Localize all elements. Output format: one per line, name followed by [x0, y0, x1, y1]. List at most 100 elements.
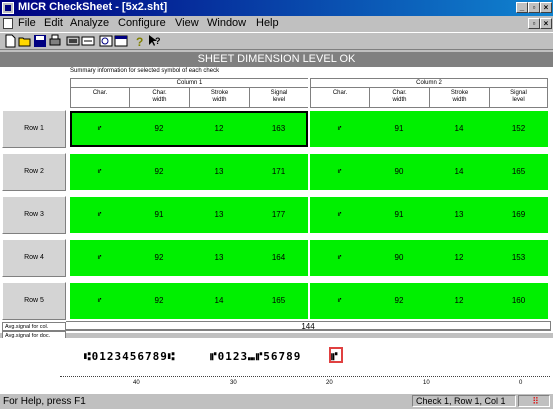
- check-cell[interactable]: ⑈ 92 12 163: [70, 111, 308, 147]
- char-width-value: 90: [394, 253, 404, 262]
- view-check-icon[interactable]: [81, 34, 95, 48]
- app-icon[interactable]: [2, 2, 14, 14]
- signal-level-value: 153: [511, 253, 526, 262]
- row-label[interactable]: Row 2: [2, 153, 66, 191]
- column-group-header: Column 2: [310, 78, 548, 87]
- char-symbol: ⑈: [97, 255, 102, 261]
- stroke-width-value: 13: [214, 210, 224, 219]
- open-folder-icon[interactable]: [18, 34, 32, 48]
- check-cell[interactable]: ⑈ 90 12 153: [310, 240, 548, 276]
- selected-symbol-highlight: [329, 347, 343, 363]
- subheader-char: Char.: [70, 87, 129, 108]
- menu-help[interactable]: Help: [256, 17, 279, 29]
- stroke-width-value: 12: [454, 296, 464, 305]
- about-icon[interactable]: ?: [132, 34, 146, 48]
- char-width-value: 92: [154, 167, 164, 176]
- ruler-label: 30: [230, 380, 237, 386]
- close-button[interactable]: ×: [540, 2, 552, 13]
- char-symbol: ⑈: [97, 169, 102, 175]
- stroke-width-value: 13: [454, 210, 464, 219]
- menu-file[interactable]: File: [18, 17, 36, 29]
- row-label[interactable]: Row 4: [2, 239, 66, 277]
- subheader-stroke-width: Stroke width: [429, 87, 489, 108]
- title-bar: MICR CheckSheet - [5x2.sht] _ ▫ ×: [0, 0, 553, 16]
- document-icon[interactable]: [3, 18, 13, 29]
- save-icon[interactable]: [33, 34, 47, 48]
- window-icon[interactable]: [114, 34, 128, 48]
- ruler-label: 20: [326, 380, 333, 386]
- stroke-width-value: 12: [454, 253, 464, 262]
- toolbar: ? ?: [0, 32, 553, 50]
- new-file-icon[interactable]: [3, 34, 17, 48]
- signal-level-value: 163: [271, 124, 286, 133]
- indicator-pane: ⠿: [518, 395, 550, 407]
- stroke-width-value: 14: [454, 167, 464, 176]
- signal-level-value: 165: [271, 296, 286, 305]
- ruler-label: 10: [423, 380, 430, 386]
- row-label[interactable]: Row 5: [2, 282, 66, 320]
- check-cell[interactable]: ⑈ 91 13 177: [70, 197, 308, 233]
- check-cell[interactable]: ⑈ 90 14 165: [310, 154, 548, 190]
- check-cell[interactable]: ⑈ 91 13 169: [310, 197, 548, 233]
- menu-configure[interactable]: Configure: [118, 17, 166, 29]
- char-width-value: 92: [154, 124, 164, 133]
- row-label[interactable]: Row 1: [2, 110, 66, 148]
- char-width-value: 91: [394, 124, 404, 133]
- help-hint: For Help, press F1: [3, 396, 86, 407]
- check-cell[interactable]: ⑈ 92 13 164: [70, 240, 308, 276]
- check-cell[interactable]: ⑈ 91 14 152: [310, 111, 548, 147]
- stroke-width-value: 14: [454, 124, 464, 133]
- child-restore-button[interactable]: ▫: [528, 18, 540, 29]
- menu-analyze[interactable]: Analyze: [70, 17, 109, 29]
- char-width-value: 92: [154, 253, 164, 262]
- check-cell[interactable]: ⑈ 92 13 171: [70, 154, 308, 190]
- avg-col-label: Avg.signal for col.: [2, 322, 66, 331]
- char-width-value: 92: [394, 296, 404, 305]
- char-width-value: 91: [154, 210, 164, 219]
- column-group-header: Column 1: [70, 78, 308, 87]
- subheader-char-width: Char. width: [129, 87, 189, 108]
- char-symbol: ⑈: [337, 298, 342, 304]
- stroke-width-value: 13: [214, 167, 224, 176]
- signal-level-value: 165: [511, 167, 526, 176]
- subheader-char: Char.: [310, 87, 369, 108]
- subheader-char-width: Char. width: [369, 87, 429, 108]
- subheader-signal-level: Signal level: [489, 87, 548, 108]
- stroke-width-value: 14: [214, 296, 224, 305]
- svg-text:?: ?: [155, 36, 161, 46]
- signal-level-value: 164: [271, 253, 286, 262]
- maximize-button[interactable]: ▫: [528, 2, 540, 13]
- context-help-icon[interactable]: ?: [147, 34, 161, 48]
- location-pane: Check 1, Row 1, Col 1: [412, 395, 516, 407]
- zoom-icon[interactable]: [99, 34, 113, 48]
- menu-bar: File Edit Analyze Configure View Window …: [0, 16, 553, 32]
- char-width-value: 91: [394, 210, 404, 219]
- summary-table: Summary information for selected symbol …: [0, 67, 553, 340]
- minimize-button[interactable]: _: [516, 2, 528, 13]
- char-symbol: ⑈: [337, 255, 342, 261]
- print-icon[interactable]: [48, 34, 62, 48]
- check-cell[interactable]: ⑈ 92 12 160: [310, 283, 548, 319]
- child-close-button[interactable]: ×: [540, 18, 552, 29]
- char-symbol: ⑈: [337, 126, 342, 132]
- micr-segment: ⑆0123456789⑆: [84, 350, 176, 363]
- micr-line-view[interactable]: ⑆0123456789⑆ ⑈0123⑉⑈56789 ⑈ 40 30 20 10 …: [0, 338, 553, 393]
- window-title: MICR CheckSheet - [5x2.sht]: [18, 1, 168, 13]
- scan-icon[interactable]: [66, 34, 80, 48]
- ruler-label: 40: [133, 380, 140, 386]
- ruler-label: 0: [519, 380, 523, 386]
- avg-doc-value: 144: [66, 321, 551, 331]
- char-symbol: ⑈: [337, 212, 342, 218]
- table-caption: Summary information for selected symbol …: [70, 68, 220, 74]
- signal-level-value: 169: [511, 210, 526, 219]
- row-label[interactable]: Row 3: [2, 196, 66, 234]
- subheader-stroke-width: Stroke width: [189, 87, 249, 108]
- signal-level-value: 171: [271, 167, 286, 176]
- menu-edit[interactable]: Edit: [44, 17, 63, 29]
- menu-window[interactable]: Window: [207, 17, 246, 29]
- check-cell[interactable]: ⑈ 92 14 165: [70, 283, 308, 319]
- char-symbol: ⑈: [337, 169, 342, 175]
- char-symbol: ⑈: [97, 212, 102, 218]
- svg-text:?: ?: [136, 35, 143, 48]
- menu-view[interactable]: View: [175, 17, 199, 29]
